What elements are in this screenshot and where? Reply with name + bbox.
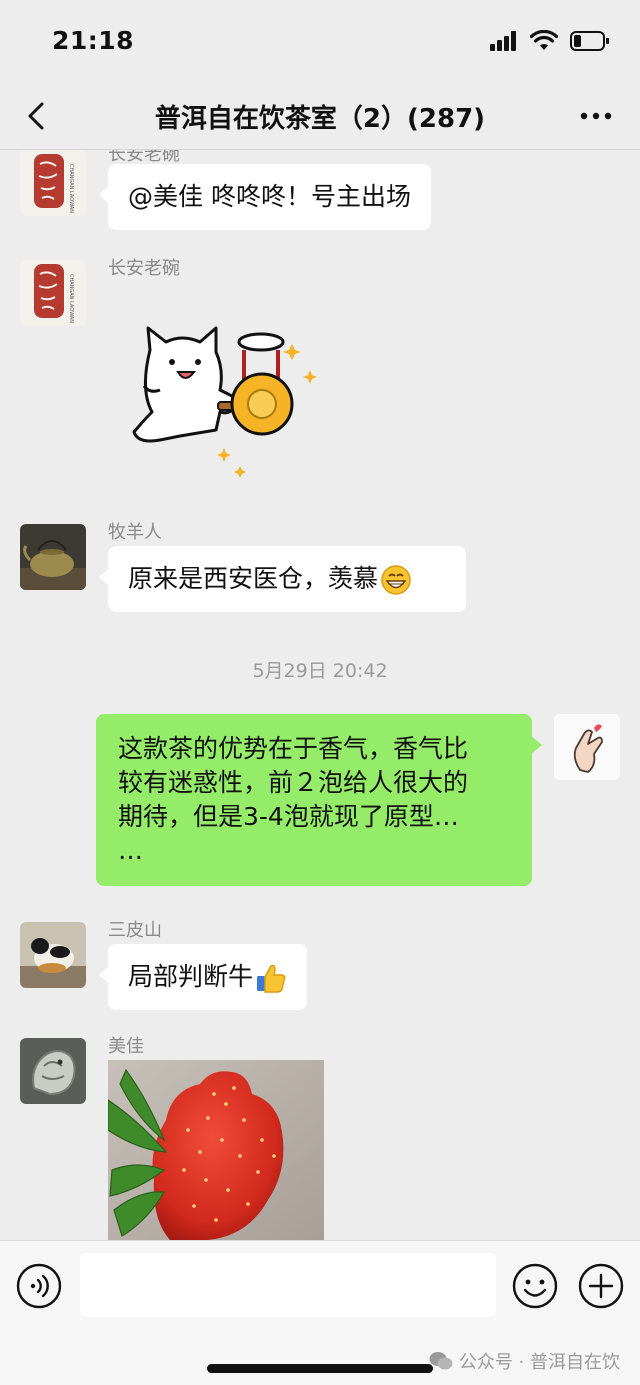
message-bubble[interactable]: 原来是西安医仓，羡慕 [99, 546, 466, 612]
avatar-changan-laowan[interactable]: CHANGAN LAOWAN [20, 150, 86, 216]
strawberry-photo[interactable] [108, 1060, 324, 1240]
seal-text: CHANGAN LAOWAN [68, 274, 74, 323]
sender-name: 长安老碗 [108, 258, 180, 279]
status-icons [490, 30, 610, 52]
timestamp: 5月29日 20:42 [252, 660, 388, 682]
message-line: 期待，但是3-4泡就现了原型… [118, 802, 459, 831]
message-bubble[interactable]: 局部判断牛 [98, 944, 308, 1010]
avatar-muyangren[interactable] [20, 524, 86, 590]
message-line: … [118, 836, 143, 865]
message-line: 这款茶的优势在于香气，香气比 [118, 734, 469, 763]
watermark-text: 公众号 · 普洱自在饮 [458, 1352, 620, 1373]
avatar-sanpishan[interactable] [20, 922, 86, 988]
seal-text: CHANGAN LAOWAN [68, 164, 74, 213]
home-indicator[interactable] [207, 1364, 433, 1373]
emoji-icon[interactable] [512, 1263, 558, 1309]
avatar-changan-laowan[interactable]: CHANGAN LAOWAN [20, 260, 86, 326]
sender-name: 牧羊人 [108, 522, 162, 543]
message-text: 原来是西安医仓，羡慕 [128, 564, 379, 593]
status-time: 21:18 [52, 26, 135, 55]
signal-icon [490, 31, 516, 51]
message-text: 局部判断牛 [128, 962, 254, 991]
plus-icon[interactable] [578, 1263, 624, 1309]
chat-title: 普洱自在饮茶室（2）(287) [154, 104, 486, 134]
more-icon[interactable] [578, 104, 614, 128]
message-bubble-self[interactable]: 这款茶的优势在于香气，香气比 较有迷惑性，前２泡给人很大的 期待，但是3-4泡就… [96, 714, 542, 886]
grin-emoji [381, 565, 411, 595]
avatar-self[interactable] [554, 714, 620, 780]
sender-name: 美佳 [108, 1036, 144, 1057]
chat-header: 普洱自在饮茶室（2）(287) [0, 84, 640, 150]
sender-name: 三皮山 [108, 920, 162, 941]
avatar-meijia[interactable] [20, 1038, 86, 1104]
voice-icon[interactable] [16, 1263, 62, 1309]
watermark: 公众号 · 普洱自在饮 [429, 1348, 620, 1374]
message-bubble[interactable]: @美佳 咚咚咚！号主出场 [99, 164, 431, 230]
message-input[interactable] [80, 1253, 496, 1317]
battery-icon [570, 31, 609, 51]
wifi-icon [530, 30, 558, 50]
message-line: 较有迷惑性，前２泡给人很大的 [118, 768, 469, 797]
chat-message-list[interactable]: CHANGAN LAOWAN 长安老碗 @美佳 咚咚咚！号主出场 CHANGAN… [0, 150, 640, 1240]
status-bar: 21:18 [0, 0, 640, 84]
thumbs-up-emoji [257, 964, 286, 993]
cat-gong-sticker[interactable] [120, 320, 340, 490]
